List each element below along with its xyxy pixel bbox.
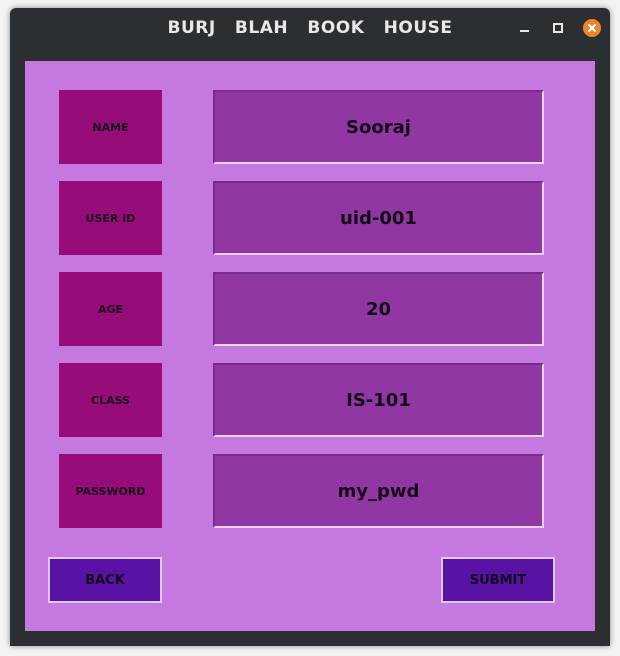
- maximize-button[interactable]: [548, 18, 568, 38]
- password-label: PASSWORD: [59, 454, 162, 528]
- name-field[interactable]: Sooraj: [213, 90, 544, 164]
- user-id-field[interactable]: uid-001: [213, 181, 544, 255]
- minimize-button[interactable]: [514, 18, 534, 38]
- submit-button[interactable]: SUBMIT: [441, 557, 555, 603]
- form-panel: NAME Sooraj USER ID uid-001 AGE 20 CLASS…: [25, 61, 595, 631]
- user-id-label: USER ID: [59, 181, 162, 255]
- close-icon: [583, 19, 601, 37]
- close-button[interactable]: [582, 18, 602, 38]
- title-bar[interactable]: BURJ BLAH BOOK HOUSE: [10, 8, 610, 48]
- minimize-icon: [519, 30, 529, 32]
- age-field[interactable]: 20: [213, 272, 544, 346]
- class-field[interactable]: IS-101: [213, 363, 544, 437]
- name-label: NAME: [59, 90, 162, 164]
- back-button[interactable]: BACK: [48, 557, 162, 603]
- app-window: BURJ BLAH BOOK HOUSE NAME Sooraj USER ID…: [10, 8, 610, 646]
- password-field[interactable]: my_pwd: [213, 454, 544, 528]
- class-label: CLASS: [59, 363, 162, 437]
- maximize-icon: [553, 23, 563, 33]
- age-label: AGE: [59, 272, 162, 346]
